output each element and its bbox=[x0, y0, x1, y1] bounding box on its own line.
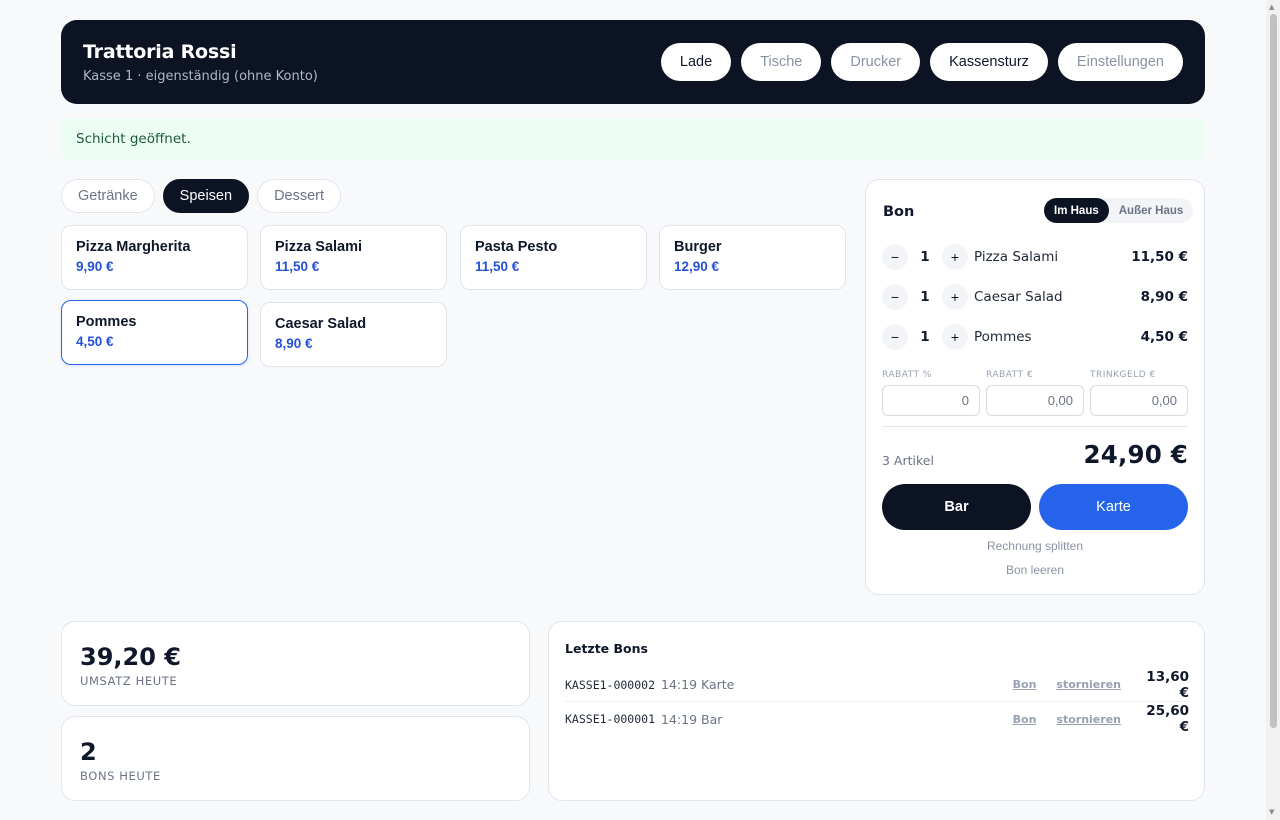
alert-text: Schicht geöffnet. bbox=[76, 131, 191, 147]
view-bon-link[interactable]: Bon bbox=[1013, 678, 1037, 691]
bon-total: 24,90 € bbox=[1083, 440, 1188, 469]
nav-tische-button[interactable]: Tische bbox=[741, 43, 822, 81]
brand: Trattoria Rossi Kasse 1 · eigenständig (… bbox=[83, 41, 318, 84]
recent-bons-card: Letzte Bons KASSE1-000002 14:19 Karte Bo… bbox=[548, 621, 1205, 801]
nav-kassensturz-button[interactable]: Kassensturz bbox=[930, 43, 1048, 81]
split-bill-link[interactable]: Rechnung splitten bbox=[866, 539, 1204, 553]
product-price: 8,90 € bbox=[275, 336, 313, 351]
product-name: Pommes bbox=[76, 314, 137, 330]
product-price: 4,50 € bbox=[76, 334, 114, 349]
scroll-thumb[interactable] bbox=[1270, 14, 1277, 728]
tip-label: TRINKGELD € bbox=[1090, 370, 1156, 380]
line-name: Pommes bbox=[974, 329, 1032, 345]
mode-ausser-haus-button[interactable]: Außer Haus bbox=[1109, 198, 1194, 223]
revenue-today-card: 39,20 € UMSATZ HEUTE bbox=[61, 621, 530, 706]
discount-euro-label: RABATT € bbox=[986, 370, 1034, 380]
nav-lade-button[interactable]: Lade bbox=[660, 43, 732, 81]
discount-percent-label: RABATT % bbox=[882, 370, 932, 380]
shift-open-alert: Schicht geöffnet. bbox=[61, 118, 1205, 160]
product-name: Pizza Salami bbox=[275, 239, 363, 255]
view-bon-link[interactable]: Bon bbox=[1013, 713, 1037, 726]
divider bbox=[882, 426, 1188, 427]
line-name: Pizza Salami bbox=[974, 249, 1059, 265]
product-name: Caesar Salad bbox=[275, 316, 367, 332]
table-row: KASSE1-000001 14:19 Bar Bon stornieren 2… bbox=[565, 702, 1189, 736]
increase-qty-button[interactable]: + bbox=[942, 324, 968, 350]
line-name: Caesar Salad bbox=[974, 289, 1063, 305]
register-info: Kasse 1 · eigenständig (ohne Konto) bbox=[83, 68, 318, 84]
service-mode-toggle: Im Haus Außer Haus bbox=[1044, 198, 1194, 223]
bon-title: Bon bbox=[883, 204, 915, 220]
bon-id: KASSE1-000002 bbox=[565, 677, 656, 692]
bon-method: Karte bbox=[701, 677, 735, 692]
bons-today-value: 2 bbox=[80, 738, 97, 766]
product-name: Pasta Pesto bbox=[475, 239, 558, 255]
bon-panel: Bon Im Haus Außer Haus − 1 + Pizza Salam… bbox=[865, 179, 1205, 595]
product-price: 9,90 € bbox=[76, 259, 114, 274]
top-nav: Lade Tische Drucker Kassensturz Einstell… bbox=[660, 43, 1183, 81]
bon-amount: 25,60 € bbox=[1146, 703, 1189, 735]
decrease-qty-button[interactable]: − bbox=[882, 324, 908, 350]
restaurant-name: Trattoria Rossi bbox=[83, 40, 237, 63]
bon-line: − 1 + Pizza Salami 11,50 € bbox=[882, 244, 1188, 270]
decrease-qty-button[interactable]: − bbox=[882, 244, 908, 270]
tab-getraenke[interactable]: Getränke bbox=[61, 179, 155, 213]
nav-einstellungen-button[interactable]: Einstellungen bbox=[1057, 43, 1183, 81]
discount-euro-input[interactable] bbox=[986, 385, 1084, 416]
tip-input[interactable] bbox=[1090, 385, 1188, 416]
decrease-qty-button[interactable]: − bbox=[882, 284, 908, 310]
pay-card-button[interactable]: Karte bbox=[1039, 484, 1188, 530]
bons-today-label: BONS HEUTE bbox=[80, 769, 161, 783]
increase-qty-button[interactable]: + bbox=[942, 244, 968, 270]
table-row: KASSE1-000002 14:19 Karte Bon stornieren… bbox=[565, 668, 1189, 702]
product-tile-burger[interactable]: Burger 12,90 € bbox=[659, 225, 846, 290]
bon-method: Bar bbox=[701, 711, 723, 727]
cancel-bon-link[interactable]: stornieren bbox=[1056, 678, 1121, 691]
increase-qty-button[interactable]: + bbox=[942, 284, 968, 310]
line-qty: 1 bbox=[920, 249, 930, 265]
product-price: 11,50 € bbox=[275, 259, 320, 274]
product-tile-pizza-margherita[interactable]: Pizza Margherita 9,90 € bbox=[61, 225, 248, 290]
product-tile-pizza-salami[interactable]: Pizza Salami 11,50 € bbox=[260, 225, 447, 290]
scroll-down-arrow-icon[interactable]: ▼ bbox=[1269, 808, 1274, 816]
bon-line: − 1 + Caesar Salad 8,90 € bbox=[882, 284, 1188, 310]
recent-bons-title: Letzte Bons bbox=[565, 641, 648, 656]
bons-today-card: 2 BONS HEUTE bbox=[61, 716, 530, 801]
line-qty: 1 bbox=[920, 329, 930, 345]
page-scrollbar[interactable]: ▲ ▼ bbox=[1266, 0, 1280, 820]
discount-percent-input[interactable] bbox=[882, 385, 980, 416]
bon-time: 14:19 bbox=[661, 711, 698, 727]
product-price: 11,50 € bbox=[475, 259, 520, 274]
product-tile-pasta-pesto[interactable]: Pasta Pesto 11,50 € bbox=[460, 225, 647, 290]
product-tile-pommes[interactable]: Pommes 4,50 € bbox=[61, 300, 248, 365]
mode-im-haus-button[interactable]: Im Haus bbox=[1044, 198, 1109, 223]
bon-amount: 13,60 € bbox=[1146, 668, 1189, 701]
tab-speisen[interactable]: Speisen bbox=[162, 179, 250, 213]
cancel-bon-link[interactable]: stornieren bbox=[1056, 713, 1121, 726]
product-price: 12,90 € bbox=[674, 259, 720, 274]
product-name: Pizza Margherita bbox=[76, 239, 191, 255]
item-count: 3 Artikel bbox=[882, 453, 934, 468]
revenue-today-value: 39,20 € bbox=[80, 643, 181, 671]
bon-time: 14:19 bbox=[661, 677, 698, 692]
scroll-up-arrow-icon[interactable]: ▲ bbox=[1269, 3, 1274, 11]
bon-id: KASSE1-000001 bbox=[565, 712, 656, 726]
product-name: Burger bbox=[674, 239, 722, 255]
category-tabs: Getränke Speisen Dessert bbox=[61, 179, 342, 213]
revenue-today-label: UMSATZ HEUTE bbox=[80, 674, 178, 688]
line-price: 4,50 € bbox=[1140, 329, 1188, 345]
pay-cash-button[interactable]: Bar bbox=[882, 484, 1031, 530]
product-tile-caesar-salad[interactable]: Caesar Salad 8,90 € bbox=[260, 302, 447, 367]
nav-drucker-button[interactable]: Drucker bbox=[831, 43, 921, 81]
clear-bon-link[interactable]: Bon leeren bbox=[866, 563, 1204, 577]
line-qty: 1 bbox=[920, 289, 930, 305]
tab-dessert[interactable]: Dessert bbox=[257, 179, 342, 213]
bon-line: − 1 + Pommes 4,50 € bbox=[882, 324, 1188, 350]
line-price: 8,90 € bbox=[1140, 289, 1188, 305]
app-header: Trattoria Rossi Kasse 1 · eigenständig (… bbox=[61, 20, 1205, 104]
line-price: 11,50 € bbox=[1131, 249, 1188, 265]
